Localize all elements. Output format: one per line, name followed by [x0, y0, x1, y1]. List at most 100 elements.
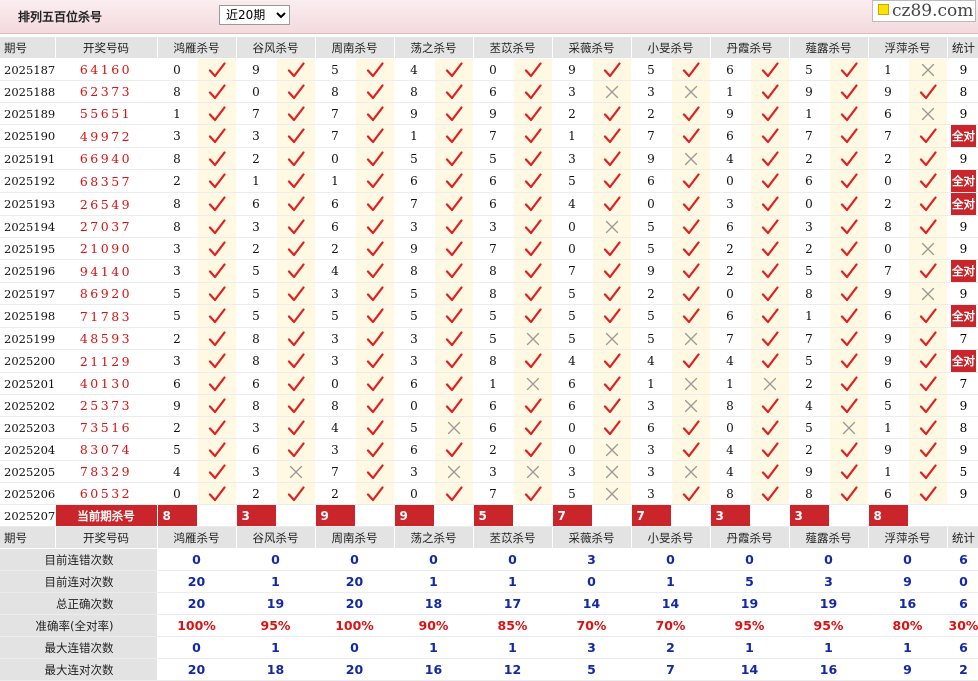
stats-value: 12 [473, 658, 553, 681]
kill-number-cell: 7 [631, 124, 672, 148]
winning-number-cell: 78329 [55, 460, 158, 483]
check-mark-icon [908, 438, 948, 461]
kill-number-cell: 6 [710, 124, 751, 148]
count-cell: 全对 [947, 349, 978, 373]
check-mark-icon [513, 259, 553, 283]
stats-label: 最大连对次数 [0, 658, 158, 681]
kill-number-cell: 3 [315, 282, 356, 305]
kill-number-cell: 0 [394, 394, 435, 417]
stats-value: 7 [631, 658, 711, 681]
stats-total: 30% [947, 614, 978, 637]
kill-number-cell: 8 [236, 394, 277, 417]
x-mark-icon [829, 416, 869, 439]
check-mark-icon [750, 147, 790, 170]
kill-number-cell: 4 [394, 58, 435, 81]
kill-number-cell: 4 [710, 460, 751, 483]
period-cell: 2025190 [0, 124, 56, 148]
count-cell: 9 [947, 147, 978, 170]
winning-number-cell: 40130 [55, 372, 158, 395]
stats-value: 0 [157, 636, 237, 659]
kill-number-cell: 1 [789, 304, 830, 328]
stats-value: 5 [710, 570, 790, 593]
current-kill-blank [197, 504, 237, 527]
check-mark-icon [513, 394, 553, 417]
kill-number-cell: 6 [868, 304, 909, 328]
count-cell: 9 [947, 102, 978, 125]
period-select[interactable]: 近20期 [219, 5, 290, 25]
logo-text: cz89.com [892, 1, 974, 21]
table-row: 2025190 49972 3 3 7 1 7 1 7 6 7 7 全对 [0, 124, 978, 148]
kill-number-cell: 5 [157, 304, 198, 328]
kill-number-cell: 6 [631, 416, 672, 439]
current-kill-number: 9 [394, 504, 435, 527]
kill-number-cell: 2 [710, 237, 751, 260]
col-expert-header: 鸿雁杀号 [157, 37, 237, 59]
count-cell: 7 [947, 372, 978, 395]
kill-number-cell: 6 [473, 169, 514, 193]
kill-number-cell: 2 [631, 282, 672, 305]
table-row: 2025196 94140 3 5 4 8 8 7 9 2 5 7 全对 [0, 259, 978, 283]
count-cell: 9 [947, 438, 978, 461]
kill-number-cell: 8 [710, 482, 751, 505]
check-mark-icon [671, 192, 711, 216]
check-mark-icon [750, 215, 790, 238]
check-mark-icon [592, 147, 632, 170]
check-mark-icon [908, 192, 948, 216]
kill-number-cell: 3 [473, 460, 514, 483]
check-mark-icon [908, 460, 948, 483]
x-mark-icon [513, 327, 553, 350]
col-expert-header: 浮萍杀号 [868, 37, 948, 59]
kill-number-cell: 5 [315, 58, 356, 81]
col-winning-header: 开奖号码 [55, 37, 158, 59]
kill-number-cell: 6 [236, 192, 277, 216]
check-mark-icon [671, 282, 711, 305]
table-row: 2025192 68357 2 1 1 6 6 5 6 0 6 0 全对 [0, 169, 978, 193]
winning-number-cell: 48593 [55, 327, 158, 350]
check-mark-icon [355, 482, 395, 505]
kill-number-cell: 5 [631, 304, 672, 328]
stats-value: 0 [236, 548, 316, 571]
check-mark-icon [750, 282, 790, 305]
kill-number-cell: 0 [315, 147, 356, 170]
table-row: 2025200 21129 3 8 3 3 8 4 4 4 5 9 全对 [0, 349, 978, 373]
stats-label: 目前连对次数 [0, 570, 158, 593]
kill-number-cell: 9 [236, 58, 277, 81]
check-mark-icon [197, 124, 237, 148]
check-mark-icon [592, 304, 632, 328]
all-correct-badge: 全对 [951, 350, 976, 372]
kill-number-cell: 3 [631, 482, 672, 505]
kill-number-cell: 2 [157, 416, 198, 439]
kill-number-table: 期号 开奖号码 鸿雁杀号 谷风杀号 周南杀号 荡之杀号 苤苡杀号 采薇杀号 小旻杀号 丹霞杀号 薤露… [0, 37, 978, 681]
check-mark-icon [829, 58, 869, 81]
kill-number-cell: 6 [473, 394, 514, 417]
stats-row: 最大连对次数 20 18 20 16 12 5 7 14 16 9 2 [0, 658, 978, 681]
check-mark-icon [276, 124, 316, 148]
kill-number-cell: 5 [631, 237, 672, 260]
check-mark-icon [829, 482, 869, 505]
count-cell: 9 [947, 394, 978, 417]
table-header-row: 期号 开奖号码 鸿雁杀号 谷风杀号 周南杀号 荡之杀号 苤苡杀号 采薇杀号 小旻杀号 丹霞杀号 薤露… [0, 37, 978, 59]
period-cell: 2025188 [0, 80, 56, 103]
kill-number-cell: 4 [315, 259, 356, 283]
check-mark-icon [750, 58, 790, 81]
check-mark-icon [355, 102, 395, 125]
site-logo[interactable]: cz89.com [872, 0, 976, 22]
check-mark-icon [829, 147, 869, 170]
kill-number-cell: 0 [552, 215, 593, 238]
kill-number-cell: 7 [552, 259, 593, 283]
check-mark-icon [908, 416, 948, 439]
x-mark-icon [671, 460, 711, 483]
kill-number-cell: 4 [631, 349, 672, 373]
check-mark-icon [434, 259, 474, 283]
kill-number-cell: 8 [473, 259, 514, 283]
kill-number-cell: 0 [868, 169, 909, 193]
stats-value: 1 [394, 570, 474, 593]
current-kill-number: 3 [236, 504, 277, 527]
stats-value: 20 [315, 658, 395, 681]
check-mark-icon [434, 169, 474, 193]
current-kill-number: 7 [631, 504, 672, 527]
col-expert-header: 采薇杀号 [552, 526, 632, 549]
check-mark-icon [197, 394, 237, 417]
stats-value: 20 [157, 592, 237, 615]
winning-number-cell: 60532 [55, 482, 158, 505]
